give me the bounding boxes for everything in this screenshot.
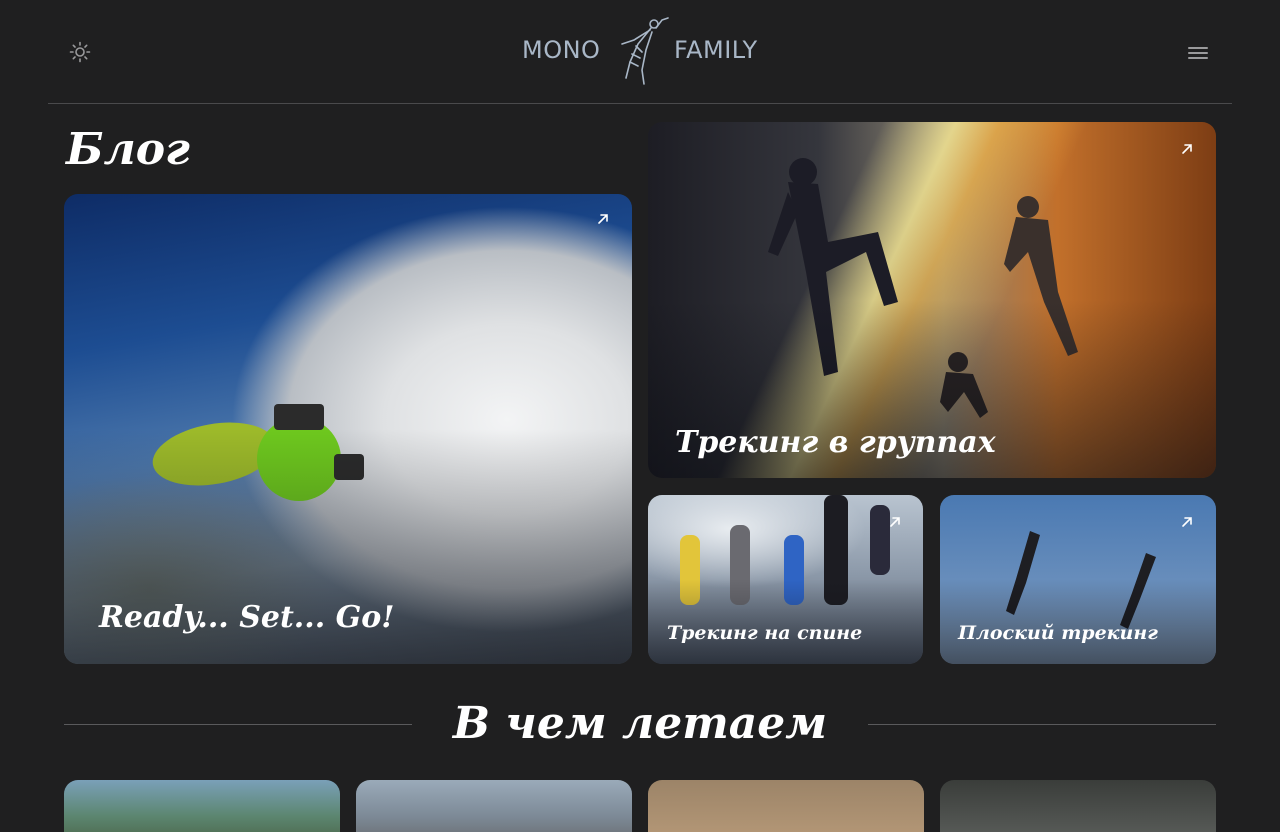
card-overlay <box>64 194 632 664</box>
logo-text-mono: MONO <box>522 36 601 64</box>
gear-card[interactable] <box>64 780 340 832</box>
gear-card[interactable] <box>648 780 924 832</box>
card-title: Трекинг в группах <box>675 425 996 460</box>
blog-card-group-tracking[interactable]: Трекинг в группах <box>648 122 1216 478</box>
logo-text-family: FAMILY <box>674 36 758 64</box>
card-title: Ready... Set... Go! <box>99 600 395 635</box>
section-divider-left <box>64 724 412 725</box>
hamburger-menu-icon[interactable] <box>1186 42 1210 64</box>
sun-icon[interactable] <box>68 40 92 64</box>
site-logo[interactable]: MONO FAMILY <box>520 14 760 86</box>
gear-card[interactable] <box>940 780 1216 832</box>
blog-title: Блог <box>66 124 190 175</box>
gear-section-title: В чем летаем <box>452 698 828 749</box>
skydiver-logo-icon <box>612 14 672 86</box>
card-title: Трекинг на спине <box>667 622 863 644</box>
gear-card[interactable] <box>356 780 632 832</box>
site-header: MONO FAMILY <box>48 0 1232 104</box>
card-title: Плоский трекинг <box>958 622 1158 644</box>
blog-card-back-tracking[interactable]: Трекинг на спине <box>648 495 923 664</box>
arrow-up-right-icon <box>890 517 900 527</box>
blog-card-flat-tracking[interactable]: Плоский трекинг <box>940 495 1216 664</box>
arrow-up-right-icon <box>1182 144 1192 154</box>
section-divider-right <box>868 724 1216 725</box>
arrow-up-right-icon <box>1182 517 1192 527</box>
arrow-up-right-icon <box>598 214 608 224</box>
blog-card-ready-set-go[interactable]: Ready... Set... Go! <box>64 194 632 664</box>
